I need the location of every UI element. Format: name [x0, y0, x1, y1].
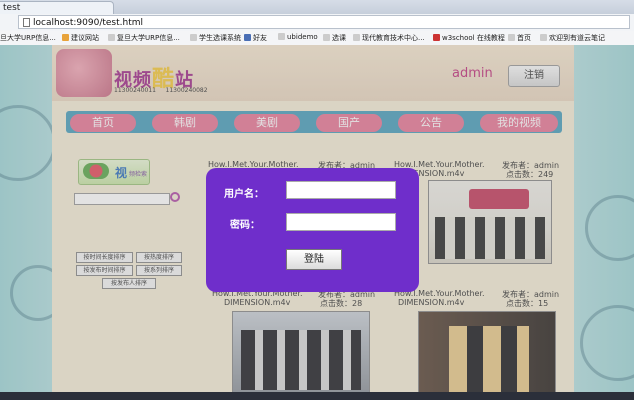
- bookmark-icon: [108, 34, 115, 41]
- bookmark-item[interactable]: 欢迎到有道云笔记: [540, 33, 605, 43]
- bookmark-item[interactable]: 首页: [508, 33, 531, 43]
- bookmark-item[interactable]: ubidemo: [278, 33, 318, 41]
- bookmark-item[interactable]: 选课: [323, 33, 346, 43]
- bookmarks-bar: 旦大学URP信息... 建议网站 复旦大学URP信息... 学生选课系统 好友 …: [0, 31, 634, 46]
- bookmark-item[interactable]: 建议网站: [62, 33, 99, 43]
- tab-title: test: [3, 3, 21, 13]
- browser-tab[interactable]: test: [0, 1, 114, 14]
- bookmark-icon: [323, 34, 330, 41]
- username-label: 用户名：: [224, 189, 264, 200]
- os-taskbar: [0, 392, 634, 400]
- bookmark-icon: [62, 34, 69, 41]
- w3school-icon: [433, 34, 440, 41]
- address-bar[interactable]: localhost:9090/test.html: [18, 15, 630, 29]
- login-modal: 用户名： 密码： 登陆: [206, 168, 419, 292]
- bookmark-item[interactable]: 复旦大学URP信息...: [108, 33, 180, 43]
- bookmark-icon: [190, 34, 197, 41]
- password-field[interactable]: [286, 213, 396, 231]
- bookmark-icon: [353, 34, 360, 41]
- address-bar-row: localhost:9090/test.html: [0, 14, 634, 32]
- bookmark-item[interactable]: 学生选课系统: [190, 33, 241, 43]
- bookmark-icon: [540, 34, 547, 41]
- bookmark-icon: [244, 34, 251, 41]
- password-label: 密码：: [230, 220, 260, 231]
- bookmark-item[interactable]: 好友: [244, 33, 267, 43]
- page-viewport: 视频酷站 11300240011 11300240082 admin 注销 首页…: [0, 45, 634, 400]
- bookmark-item[interactable]: w3school 在线教程: [433, 33, 505, 43]
- username-field[interactable]: [286, 181, 396, 199]
- browser-tabbar: test: [0, 0, 634, 14]
- bookmark-icon: [278, 33, 285, 40]
- page-icon: [23, 18, 30, 27]
- login-button[interactable]: 登陆: [286, 249, 342, 270]
- url-text: localhost:9090/test.html: [33, 18, 144, 28]
- bookmark-item[interactable]: 旦大学URP信息...: [0, 33, 56, 43]
- bookmark-item[interactable]: 现代教育技术中心...: [353, 33, 425, 43]
- bookmark-icon: [508, 34, 515, 41]
